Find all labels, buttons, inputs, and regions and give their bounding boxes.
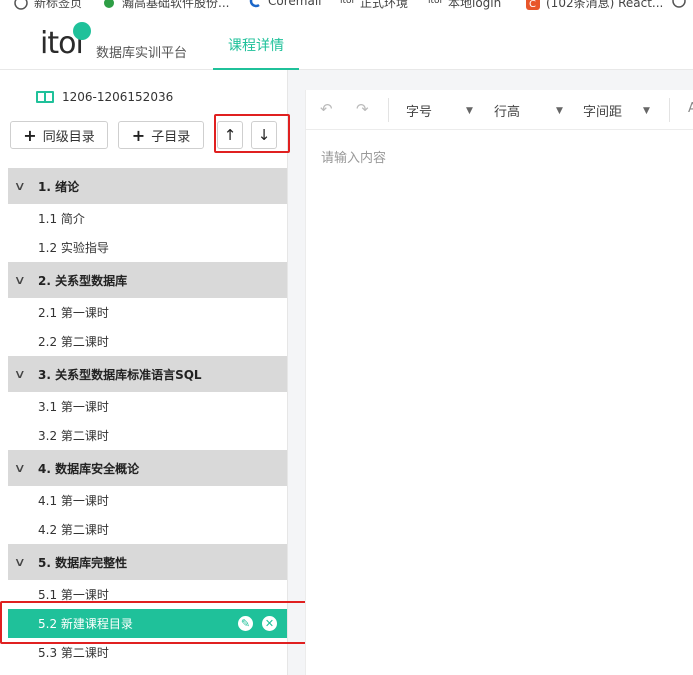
- content-background: [288, 70, 693, 90]
- lesson-item[interactable]: 3.1 第一课时: [8, 392, 287, 421]
- move-buttons-highlight: [214, 114, 290, 153]
- toolbar-divider: [388, 98, 389, 122]
- logo-dot-icon: [73, 22, 91, 40]
- chapter-header[interactable]: ∨ 5. 数据库完整性: [8, 544, 287, 580]
- coremail-icon: [248, 0, 262, 8]
- undo-icon[interactable]: ↶: [320, 100, 333, 118]
- bookmarks-bar: 新标签页 瀚高基础软件股份... Coremail itol 正式环境 itol…: [0, 0, 693, 18]
- line-height-select[interactable]: 行高 ▼: [494, 101, 566, 120]
- plus-icon: +: [131, 125, 146, 145]
- bookmark-csdn[interactable]: C (102条消息) React...: [526, 0, 663, 11]
- platform-name: 数据库实训平台: [96, 46, 188, 61]
- lesson-item[interactable]: 1.2 实验指导: [8, 233, 287, 262]
- chapter-header[interactable]: ∨ 4. 数据库安全概论: [8, 450, 287, 486]
- caret-down-icon: ▼: [466, 105, 473, 116]
- caret-down-icon: ▼: [556, 105, 563, 116]
- chapter-header[interactable]: ∨ 2. 关系型数据库: [8, 262, 287, 298]
- catalog-tree: ∨ 1. 绪论 1.1 简介 1.2 实验指导 ∨ 2. 关系型数据库 2.1 第一…: [8, 168, 287, 667]
- svg-text:C: C: [529, 0, 536, 10]
- itol-icon: itol: [428, 0, 443, 6]
- globe-icon: [672, 0, 686, 8]
- csdn-icon: C: [526, 0, 540, 10]
- catalog-sidebar: 1206-1206152036 + 同级目录 + 子目录 ↑ ↓ ∨ 1. 绪论 …: [0, 70, 309, 675]
- chevron-down-icon: ∨: [13, 367, 26, 381]
- chevron-down-icon: ∨: [13, 273, 26, 287]
- rich-text-editor: ↶ ↷ 字号 ▼ 行高 ▼ 字间距 ▼ A 请输入内容: [305, 90, 693, 675]
- gear-icon: [102, 0, 116, 10]
- lesson-item[interactable]: 4.2 第二课时: [8, 515, 287, 544]
- bookmark-coremail[interactable]: Coremail: [248, 0, 321, 8]
- editor-placeholder[interactable]: 请输入内容: [321, 147, 386, 166]
- book-icon: [36, 91, 54, 103]
- letter-spacing-select[interactable]: 字间距 ▼: [583, 101, 653, 120]
- bookmark-highgo[interactable]: 瀚高基础软件股份...: [102, 0, 229, 11]
- bookmark-prod[interactable]: itol 正式环境: [340, 0, 408, 11]
- chevron-down-icon: ∨: [13, 461, 26, 475]
- bookmark-local-login[interactable]: itol 本地login: [428, 0, 501, 11]
- lesson-item[interactable]: 2.1 第一课时: [8, 298, 287, 327]
- plus-icon: +: [23, 125, 37, 145]
- add-sibling-catalog-button[interactable]: + 同级目录: [10, 121, 108, 149]
- course-id: 1206-1206152036: [36, 90, 173, 104]
- bookmark-more[interactable]: [672, 0, 686, 8]
- toolbar-divider: [669, 98, 670, 122]
- font-color-icon[interactable]: A: [688, 101, 693, 116]
- chapter-header[interactable]: ∨ 1. 绪论: [8, 168, 287, 204]
- new-item-highlight: [0, 601, 309, 644]
- bookmark-new-tab[interactable]: 新标签页: [14, 0, 82, 11]
- chevron-down-icon: ∨: [13, 555, 26, 569]
- tab-course-detail[interactable]: 课程详情: [213, 18, 299, 70]
- redo-icon[interactable]: ↷: [356, 100, 369, 118]
- font-size-select[interactable]: 字号 ▼: [406, 101, 476, 120]
- app-header: itol 数据库实训平台 课程详情: [0, 18, 693, 70]
- lesson-item[interactable]: 3.2 第二课时: [8, 421, 287, 450]
- caret-down-icon: ▼: [643, 105, 650, 116]
- globe-icon: [14, 0, 28, 10]
- lesson-item[interactable]: 4.1 第一课时: [8, 486, 287, 515]
- chapter-header[interactable]: ∨ 3. 关系型数据库标准语言SQL: [8, 356, 287, 392]
- lesson-item[interactable]: 2.2 第二课时: [8, 327, 287, 356]
- content-gutter: [288, 70, 305, 675]
- editor-toolbar: ↶ ↷ 字号 ▼ 行高 ▼ 字间距 ▼ A: [306, 90, 693, 130]
- chevron-down-icon: ∨: [13, 179, 26, 193]
- add-child-catalog-button[interactable]: + 子目录: [118, 121, 204, 149]
- lesson-item[interactable]: 1.1 简介: [8, 204, 287, 233]
- itol-icon: itol: [340, 0, 355, 6]
